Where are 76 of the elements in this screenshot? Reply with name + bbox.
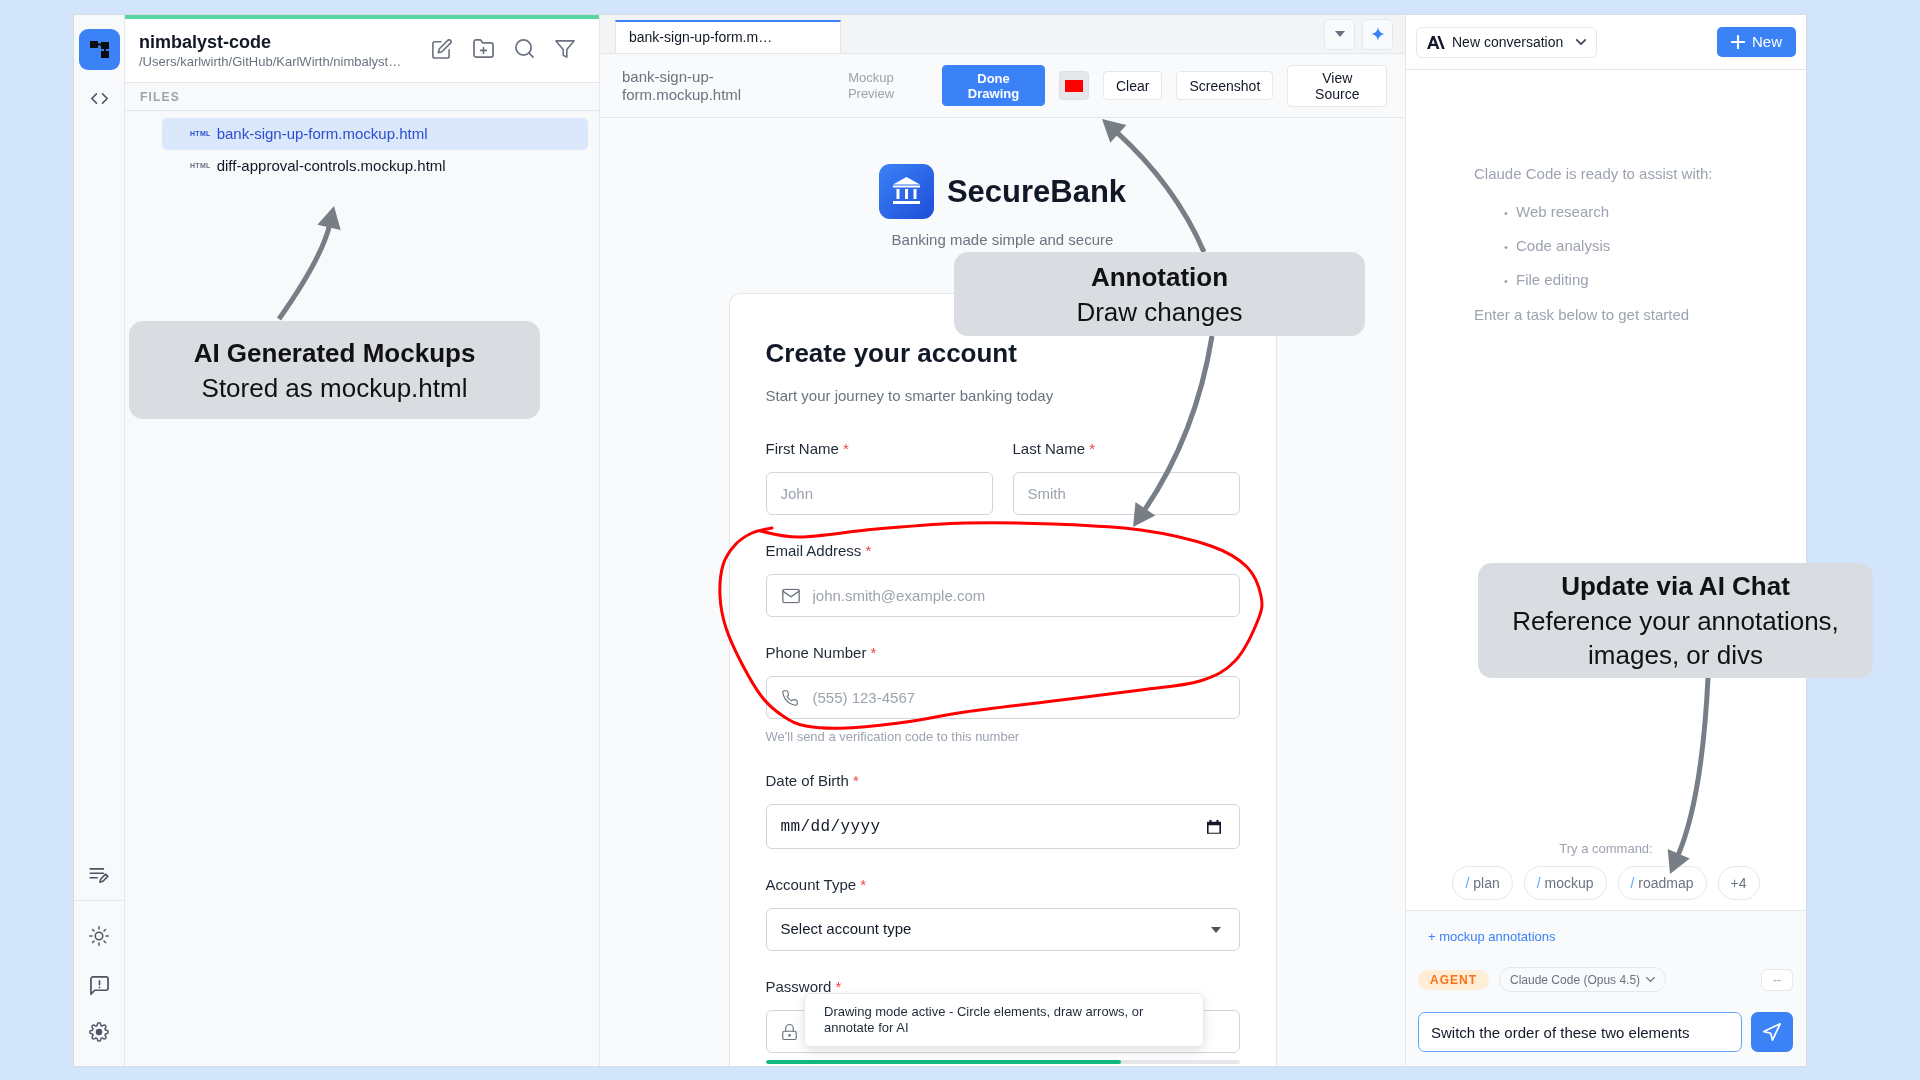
chat-input[interactable]: Switch the order of these two elements: [1418, 1012, 1742, 1052]
callout-title: Update via AI Chat: [1561, 570, 1790, 603]
bank-logo-icon: [878, 164, 934, 219]
field-label: Email Address *: [765, 541, 873, 561]
phone-icon: [781, 689, 798, 706]
caret-icon: [1334, 31, 1345, 37]
app-logo-icon[interactable]: [78, 29, 120, 70]
field-label: Last Name *: [1012, 439, 1097, 459]
file-tab[interactable]: bank-sign-up-form.m…: [615, 20, 841, 53]
brand-logo-icon: [1427, 35, 1445, 49]
settings-icon[interactable]: [89, 1022, 109, 1042]
sparkle-icon: [1370, 27, 1385, 41]
phone-input[interactable]: (555) 123-4567: [765, 676, 1240, 719]
callout-text: Reference your annotations, images, or divs: [1511, 605, 1840, 672]
folder-plus-icon[interactable]: [473, 39, 494, 58]
dropdown-button[interactable]: [1324, 18, 1355, 50]
list-edit-icon[interactable]: [89, 868, 109, 883]
toolbar-button[interactable]: Screenshot: [1176, 71, 1274, 100]
command-chip[interactable]: +4: [1717, 866, 1760, 900]
text-input[interactable]: Smith: [1012, 472, 1240, 515]
section-label: FILES: [125, 83, 599, 111]
select-dropdown[interactable]: Select account type: [765, 908, 1240, 951]
send-button[interactable]: [1751, 1012, 1793, 1052]
callout-text: Draw changes: [1076, 295, 1243, 329]
search-icon[interactable]: [515, 39, 534, 58]
alert-bubble-icon[interactable]: [89, 976, 109, 995]
project-path: /Users/karlwirth/GitHub/KarlWirth/nimbalyst…: [139, 54, 403, 70]
add-annotations-link[interactable]: + mockup annotations: [1428, 929, 1556, 945]
capability-item: • File editing: [1504, 271, 1590, 290]
mode-label: Mockup Preview: [846, 69, 896, 102]
toolbar-button[interactable]: Clear: [1103, 71, 1163, 100]
model-selector[interactable]: Claude Code (Opus 4.5): [1499, 967, 1667, 992]
toolbar-button[interactable]: View Source: [1287, 64, 1388, 107]
sparkle-button[interactable]: [1362, 18, 1393, 50]
command-chip[interactable]: / roadmap: [1617, 866, 1707, 900]
tooltip: Drawing mode active - Circle elements, draw arrows, or annotate for AI: [804, 993, 1204, 1047]
callout-text: Stored as mockup.html: [201, 371, 468, 405]
code-icon[interactable]: [90, 93, 108, 104]
toolbar-file-name: bank-sign-up-form.mockup.html: [622, 67, 743, 104]
capability-item: • Web research: [1504, 203, 1611, 222]
text-input[interactable]: John: [765, 472, 993, 515]
mode-badge: AGENT: [1418, 969, 1489, 990]
command-chip[interactable]: / mockup: [1523, 866, 1607, 900]
send-icon: [1763, 1023, 1781, 1041]
commands-label: Try a command:: [1558, 841, 1654, 857]
chevron-icon: [1576, 39, 1587, 45]
tagline: Banking made simple and secure: [891, 231, 1114, 249]
sun-icon[interactable]: [89, 926, 109, 946]
filter-icon[interactable]: [555, 39, 575, 58]
field-label: First Name *: [765, 439, 850, 459]
command-chip[interactable]: / plan: [1452, 866, 1513, 900]
form-subtitle: Start your journey to smarter banking today: [765, 386, 1055, 406]
plus-icon: [1731, 35, 1745, 49]
conversation-selector[interactable]: New conversation: [1416, 26, 1598, 58]
field-label: Account Type *: [765, 875, 868, 895]
brand-name: SecureBank: [946, 173, 1127, 210]
hint-text: Enter a task below to get started: [1474, 306, 1691, 324]
callout-title: AI Generated Mockups: [193, 336, 476, 370]
new-button[interactable]: New: [1717, 27, 1796, 57]
envelope-icon: [781, 588, 800, 603]
intro-text: Claude Code is ready to assist with:: [1474, 165, 1714, 183]
caret-icon: [1210, 926, 1221, 933]
project-title: nimbalyst-code: [139, 31, 273, 53]
color-swatch-button[interactable]: [1059, 71, 1089, 100]
chevron-icon: [1646, 977, 1656, 982]
date-input[interactable]: mm/dd/yyyy: [765, 804, 1240, 849]
email-input[interactable]: john.smith@example.com: [765, 574, 1240, 617]
field-label: Phone Number *: [765, 643, 878, 663]
primary-button[interactable]: Done Drawing: [942, 65, 1045, 106]
field-hint: We'll send a verification code to this number: [765, 729, 1021, 745]
lock-icon: [781, 1023, 797, 1040]
form-title: Create your account: [765, 337, 1018, 369]
callout-title: Annotation: [1090, 260, 1229, 294]
edit-icon[interactable]: [432, 38, 452, 59]
field-label: Date of Birth *: [765, 771, 860, 791]
capability-item: • Code analysis: [1504, 237, 1612, 256]
